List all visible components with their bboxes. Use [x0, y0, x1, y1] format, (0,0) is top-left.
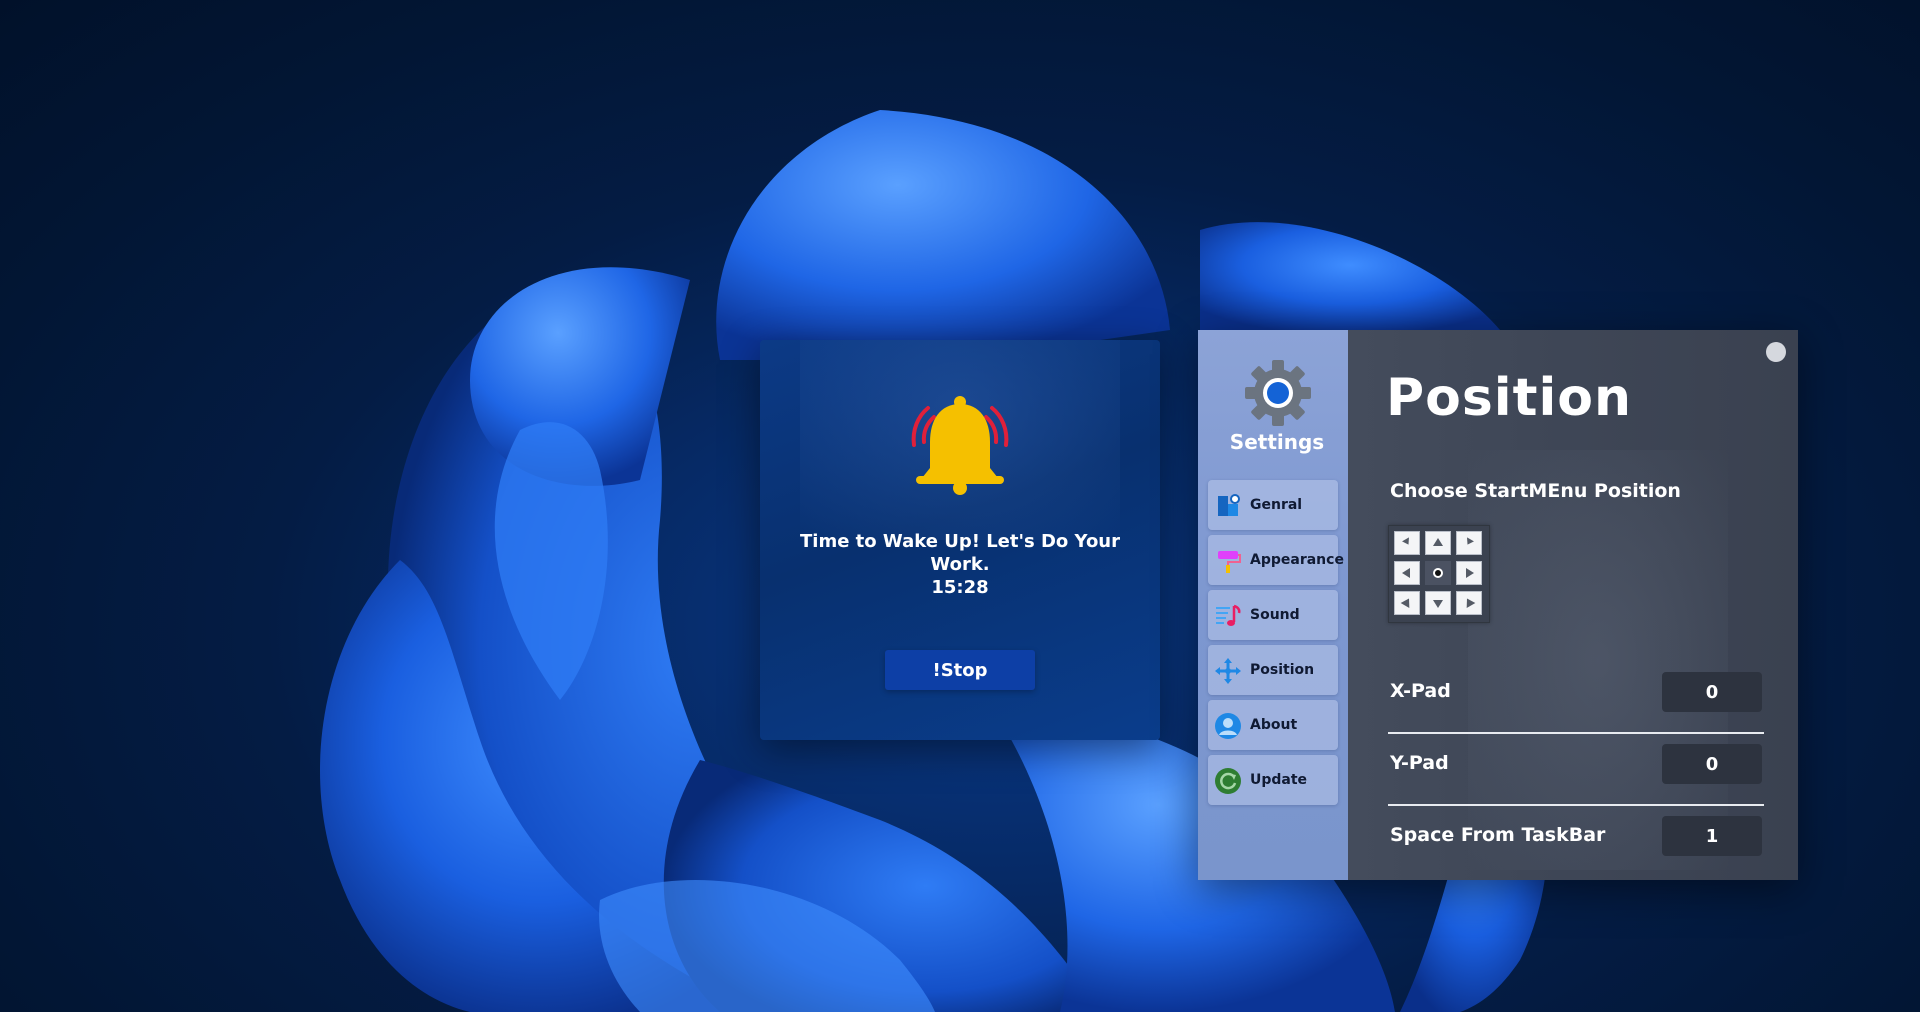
move-arrows-icon: [1215, 658, 1241, 684]
general-icon: [1218, 494, 1240, 516]
sidebar-item-label: Update: [1250, 772, 1308, 788]
position-top-left[interactable]: [1394, 531, 1420, 555]
position-top[interactable]: [1425, 531, 1451, 555]
arrow-down-left-icon: [1467, 537, 1474, 545]
alarm-time: 15:28: [931, 577, 989, 598]
arrow-up-left-icon: [1466, 598, 1476, 608]
close-button[interactable]: [1766, 342, 1786, 362]
paint-roller-icon: [1218, 551, 1241, 573]
sidebar-item-label: Position: [1250, 662, 1315, 678]
row-divider: [1388, 804, 1764, 806]
arrow-down-right-icon: [1402, 537, 1409, 545]
sidebar-item-sound[interactable]: Sound: [1208, 590, 1338, 640]
content-sheen: [1468, 450, 1728, 870]
settings-window: Settings Genral Appearance Sound Positio…: [1198, 330, 1798, 880]
ringing-bell-icon: [911, 396, 1009, 495]
alarm-dialog: Time to Wake Up! Let's Do Your Work. 15:…: [760, 340, 1160, 740]
position-right[interactable]: [1456, 561, 1482, 585]
gear-icon: [1245, 360, 1311, 426]
arrow-up-icon: [1433, 538, 1443, 546]
sidebar-item-position[interactable]: Position: [1208, 645, 1338, 695]
stop-alarm-button[interactable]: !Stop: [885, 650, 1035, 690]
y-pad-label: Y-Pad: [1390, 752, 1449, 774]
startmenu-position-grid: [1388, 525, 1490, 623]
sidebar-item-label: About: [1250, 717, 1298, 733]
space-from-taskbar-label: Space From TaskBar: [1390, 824, 1606, 846]
position-center[interactable]: [1425, 561, 1451, 585]
settings-content: Position Choose StartMEnu Position X-Pad…: [1348, 330, 1798, 880]
arrow-down-icon: [1433, 600, 1443, 608]
radio-selected-icon: [1433, 568, 1443, 578]
sidebar-item-appearance[interactable]: Appearance: [1208, 535, 1344, 585]
sidebar-item-label: Sound: [1250, 607, 1300, 623]
position-bottom-left[interactable]: [1394, 591, 1420, 615]
position-left[interactable]: [1394, 561, 1420, 585]
position-top-right[interactable]: [1456, 531, 1482, 555]
x-pad-label: X-Pad: [1390, 680, 1451, 702]
row-divider: [1388, 732, 1764, 734]
space-from-taskbar-input[interactable]: [1662, 816, 1762, 856]
refresh-icon: [1215, 768, 1241, 794]
choose-position-label: Choose StartMEnu Position: [1390, 480, 1681, 502]
alarm-message-text: Time to Wake Up! Let's Do Your Work.: [800, 531, 1121, 575]
music-note-icon: [1216, 604, 1241, 626]
sidebar-item-update[interactable]: Update: [1208, 755, 1338, 805]
arrow-right-icon: [1466, 568, 1474, 578]
x-pad-input[interactable]: [1662, 672, 1762, 712]
user-avatar-icon: [1215, 713, 1241, 739]
alarm-message: Time to Wake Up! Let's Do Your Work. 15:…: [800, 530, 1120, 599]
sidebar-item-label: Appearance: [1250, 552, 1344, 568]
sidebar-item-label: Genral: [1250, 497, 1303, 513]
page-title: Position: [1386, 368, 1633, 428]
y-pad-input[interactable]: [1662, 744, 1762, 784]
arrow-up-right-icon: [1400, 598, 1410, 608]
settings-sidebar: Settings Genral Appearance Sound Positio…: [1198, 330, 1348, 880]
sidebar-item-general[interactable]: Genral: [1208, 480, 1338, 530]
sidebar-item-about[interactable]: About: [1208, 700, 1338, 750]
position-bottom-right[interactable]: [1456, 591, 1482, 615]
settings-title: Settings: [1229, 430, 1325, 454]
arrow-left-icon: [1402, 568, 1410, 578]
position-bottom[interactable]: [1425, 591, 1451, 615]
